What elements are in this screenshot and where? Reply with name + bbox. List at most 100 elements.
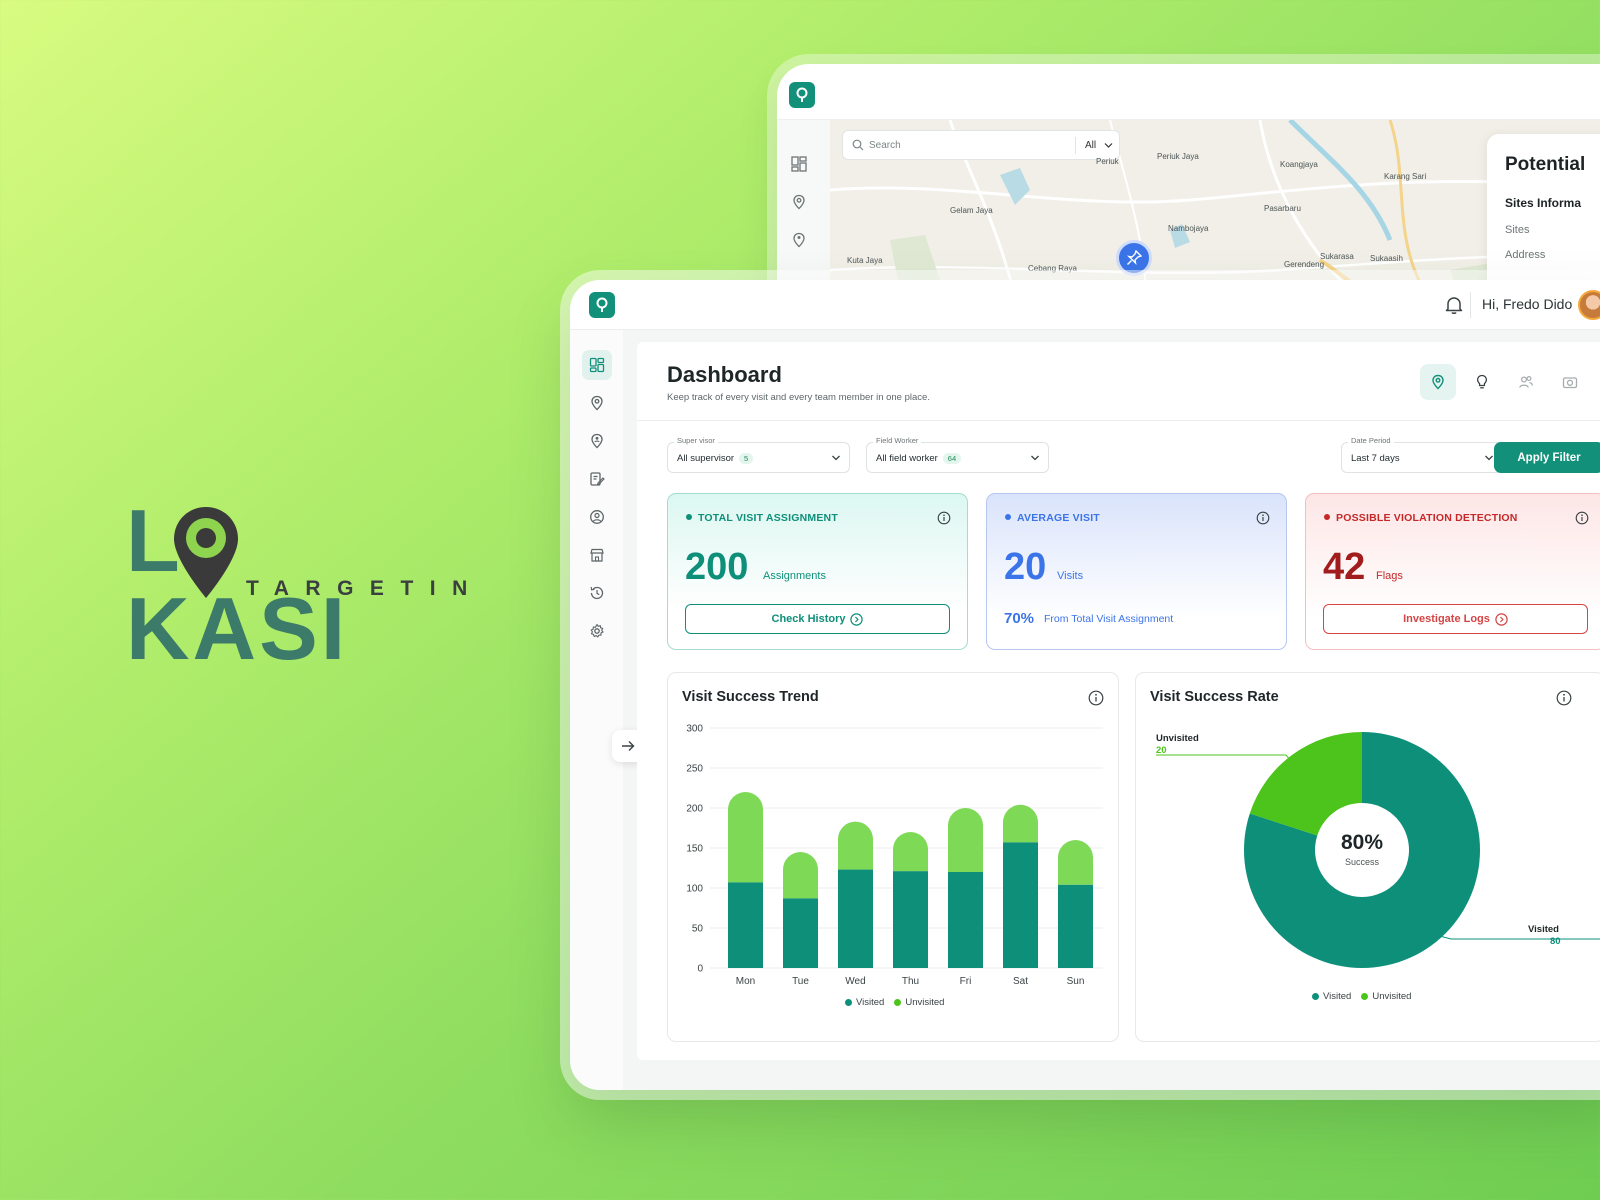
- search-icon: [852, 139, 864, 151]
- info-icon[interactable]: [937, 511, 951, 525]
- sidebar-item-reports[interactable]: [582, 464, 612, 494]
- info-icon[interactable]: [1575, 511, 1589, 525]
- info-icon[interactable]: [1556, 690, 1572, 706]
- legend-dot: [1361, 993, 1369, 1000]
- bar-visited: [893, 871, 928, 968]
- legend-item-visited: Visited: [845, 997, 884, 1008]
- chevron-down-icon[interactable]: [1104, 142, 1113, 149]
- map-place-label: Sukaasih: [1370, 254, 1403, 263]
- sidebar-item-sites[interactable]: [582, 426, 612, 456]
- y-tick-label: 200: [686, 804, 703, 815]
- map-place-label: Koangjaya: [1280, 160, 1318, 169]
- lokasi-logo: LKASI TARGETIN: [126, 497, 467, 673]
- bar-unvisited: [838, 821, 873, 870]
- apply-filter-button[interactable]: Apply Filter: [1494, 442, 1600, 473]
- search-scope-select[interactable]: All: [1085, 140, 1096, 151]
- arrow-circle-right-icon: [1495, 612, 1508, 626]
- date-period-label: Date Period: [1348, 436, 1394, 445]
- page-title: Dashboard: [667, 362, 782, 387]
- sidebar-item-history[interactable]: [582, 578, 612, 608]
- lightbulb-icon: [1476, 374, 1488, 389]
- users-icon: [1519, 375, 1533, 388]
- supervisor-label: Super visor: [674, 436, 718, 445]
- panel-row-label: Sites: [1505, 224, 1530, 236]
- chevron-down-icon: [1031, 455, 1039, 461]
- y-tick-label: 250: [686, 764, 703, 775]
- map-place-label: Periuk: [1096, 157, 1119, 166]
- info-icon[interactable]: [1256, 511, 1270, 525]
- violation-value: 42: [1323, 546, 1366, 588]
- top-header: Hi, Fredo Dido: [570, 280, 1600, 330]
- store-icon: [590, 548, 604, 562]
- history-icon: [590, 586, 604, 600]
- total-visit-card: TOTAL VISIT ASSIGNMENT 200 Assignments C…: [667, 493, 968, 650]
- violation-card: POSSIBLE VIOLATION DETECTION 42 Flags In…: [1305, 493, 1600, 650]
- tab-location-view[interactable]: [1420, 364, 1456, 400]
- grid-icon[interactable]: [791, 156, 807, 172]
- chevron-down-icon: [1485, 455, 1493, 461]
- user-greeting[interactable]: Hi, Fredo Dido: [1482, 296, 1572, 312]
- bar-visited: [1003, 842, 1038, 968]
- investigate-logs-button[interactable]: Investigate Logs: [1323, 604, 1588, 634]
- status-dot: [1324, 514, 1330, 520]
- info-icon[interactable]: [1088, 690, 1104, 706]
- map-marker-pin[interactable]: [1116, 240, 1152, 276]
- pushpin-icon: [1126, 250, 1142, 266]
- arrow-right-icon: [622, 741, 635, 751]
- unvisited-callout-value: 20: [1156, 745, 1167, 756]
- rate-legend: Visited Unvisited: [1312, 991, 1411, 1002]
- map-search-bar[interactable]: Search All: [842, 130, 1120, 160]
- user-circle-icon: [590, 510, 604, 524]
- average-visit-card: AVERAGE VISIT 20 Visits 70% From Total V…: [986, 493, 1287, 650]
- map-search-placeholder[interactable]: Search: [869, 140, 901, 151]
- gear-icon: [590, 623, 604, 638]
- app-logo-icon[interactable]: [589, 292, 615, 318]
- app-logo-icon[interactable]: [789, 82, 815, 108]
- sidebar-item-stores[interactable]: [582, 540, 612, 570]
- total-visit-value: 200: [685, 546, 749, 588]
- map-pin-icon[interactable]: [791, 194, 807, 210]
- tab-insight-view[interactable]: [1464, 364, 1500, 400]
- map-place-label: Pasarbaru: [1264, 204, 1301, 213]
- camera-icon: [1562, 377, 1578, 389]
- average-visit-percent: 70%: [1004, 610, 1035, 627]
- grid-icon: [589, 357, 605, 373]
- potential-site-panel: Potential Sites Informa Sites Address: [1487, 134, 1600, 294]
- check-history-button[interactable]: Check History: [685, 604, 950, 634]
- sidebar-item-locations[interactable]: [582, 388, 612, 418]
- unvisited-callout-line: [1156, 754, 1294, 764]
- visit-success-trend-card: Visit Success Trend 0 50 100 150 200 250 300 Mo…: [667, 672, 1119, 1042]
- y-tick-label: 150: [686, 844, 703, 855]
- chart-title: Visit Success Trend: [682, 689, 819, 705]
- arrow-circle-right-icon: [850, 612, 864, 626]
- sidebar-item-users[interactable]: [582, 502, 612, 532]
- tab-camera-view[interactable]: [1552, 364, 1588, 400]
- map-place-label: Periuk Jaya: [1157, 152, 1199, 161]
- search-divider: [1075, 137, 1076, 154]
- avatar[interactable]: [1578, 290, 1600, 320]
- x-tick-label: Tue: [792, 976, 809, 987]
- visited-callout-line: [1435, 934, 1600, 940]
- status-dot: [686, 514, 692, 520]
- supervisor-select[interactable]: Super visor All supervisor 5: [667, 436, 850, 473]
- panel-row-label: Address: [1505, 249, 1546, 261]
- map-window-topbar: [777, 64, 1600, 120]
- location-user-icon[interactable]: [791, 232, 807, 248]
- legend-item-unvisited: Unvisited: [894, 997, 944, 1008]
- sidebar-item-settings[interactable]: [582, 616, 612, 646]
- date-period-select[interactable]: Date Period Last 7 days: [1341, 436, 1503, 473]
- map-place-label: Gerendeng: [1284, 260, 1325, 269]
- legend-item-visited: Visited: [1312, 991, 1351, 1002]
- average-visit-value: 20: [1004, 546, 1047, 588]
- field-worker-select[interactable]: Field Worker All field worker 64: [866, 436, 1049, 473]
- bell-icon[interactable]: [1442, 293, 1466, 317]
- average-visit-note: From Total Visit Assignment: [1044, 613, 1174, 625]
- x-tick-label: Sun: [1067, 976, 1085, 987]
- x-tick-label: Mon: [736, 976, 755, 987]
- card-title: AVERAGE VISIT: [1005, 512, 1100, 524]
- sidebar-item-dashboard[interactable]: [582, 350, 612, 380]
- status-dot: [1005, 514, 1011, 520]
- tab-team-view[interactable]: [1508, 364, 1544, 400]
- visited-callout-value: 80: [1550, 936, 1561, 947]
- donut-center-caption: Success: [1344, 857, 1379, 867]
